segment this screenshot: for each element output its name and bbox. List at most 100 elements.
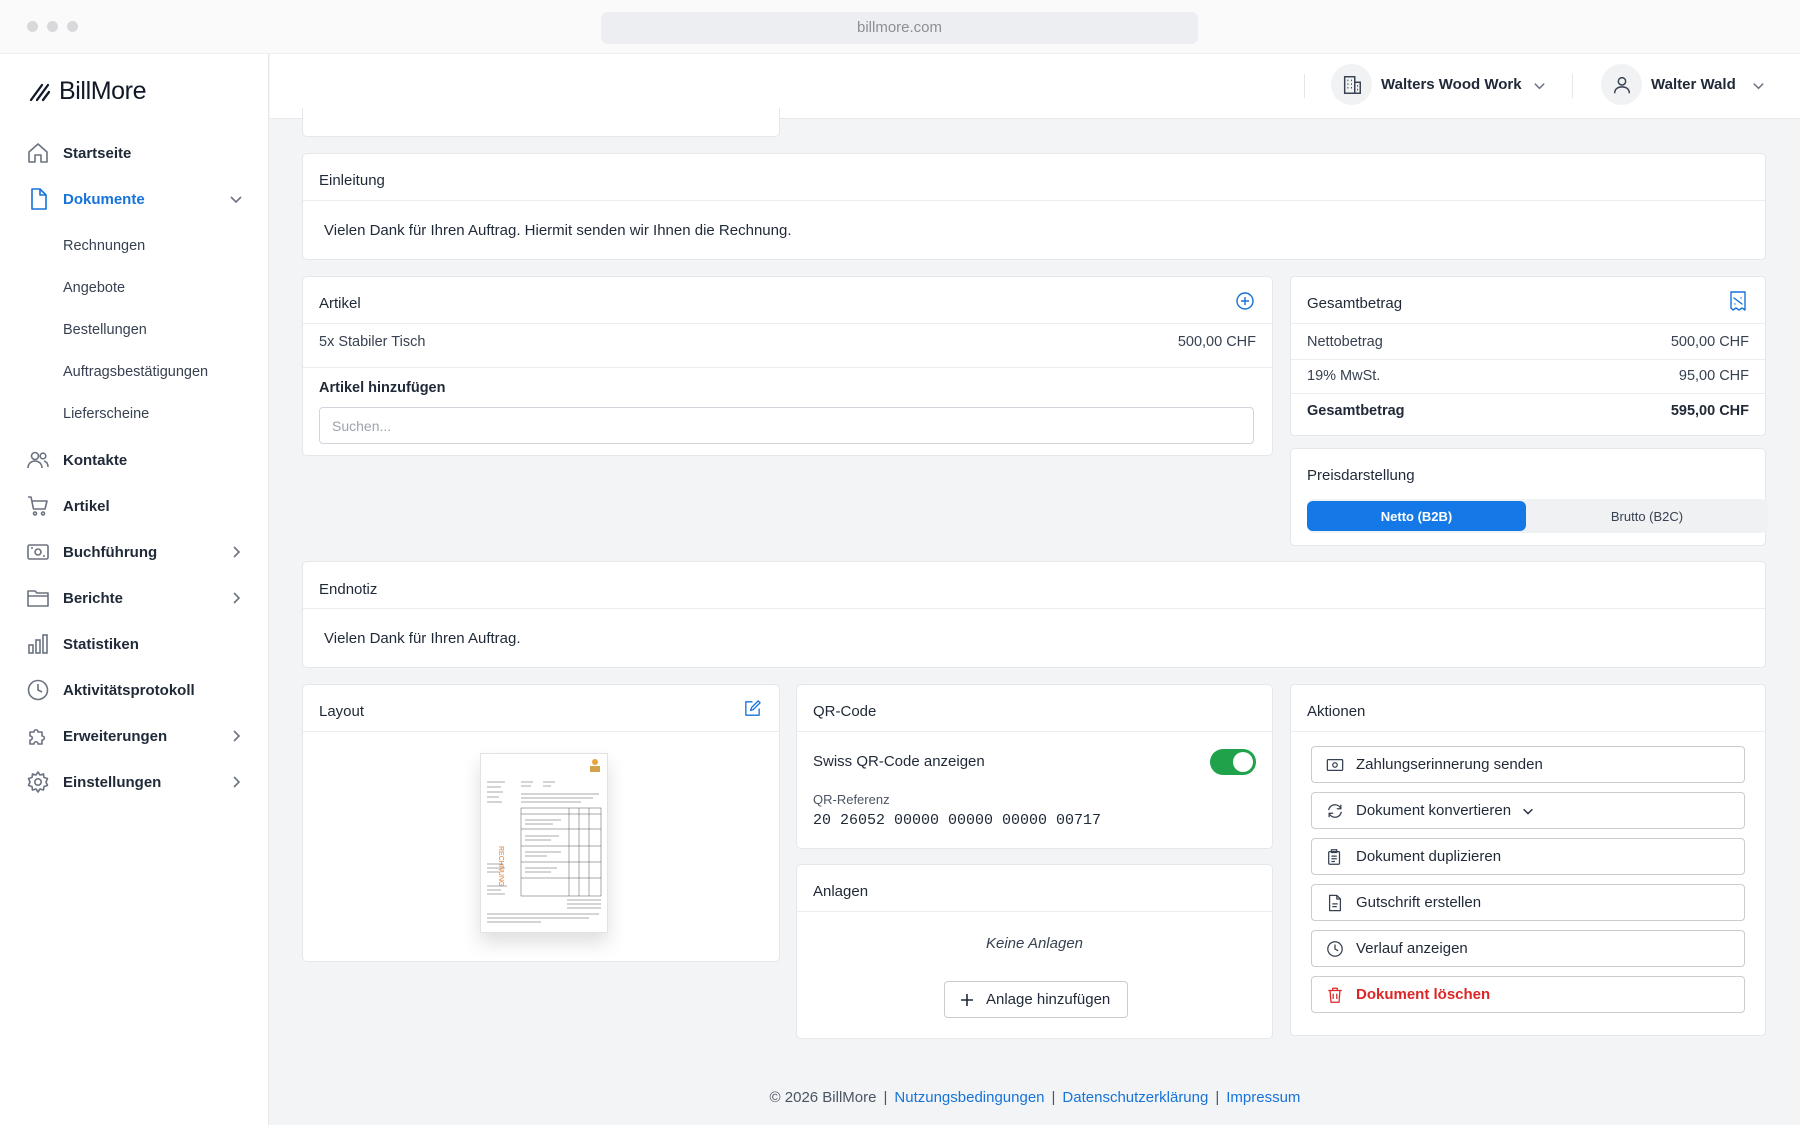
chevron-right-icon[interactable] (228, 590, 244, 606)
gesamtbetrag-card: Gesamtbetrag Nettobetrag 500,00 CHF 19% … (1290, 276, 1766, 436)
sidebar-item-buchfuehrung[interactable]: Buchführung (26, 537, 244, 567)
sidebar-item-artikel[interactable]: Artikel (26, 491, 244, 521)
chevron-down-icon[interactable] (1532, 78, 1547, 93)
divider (303, 608, 1765, 609)
chevron-right-icon[interactable] (228, 728, 244, 744)
window-maximize-dot[interactable] (67, 21, 78, 32)
sidebar-item-label: Startseite (63, 144, 132, 162)
add-article-icon[interactable] (1234, 290, 1256, 312)
price-mode-toggle: Netto (B2B) Brutto (B2C) (1307, 499, 1768, 533)
einleitung-text[interactable]: Vielen Dank für Ihren Auftrag. Hiermit s… (324, 222, 792, 239)
sidebar-subitem-bestellungen[interactable]: Bestellungen (63, 322, 147, 338)
partial-card (302, 108, 780, 137)
endnotiz-text[interactable]: Vielen Dank für Ihren Auftrag. (324, 630, 521, 647)
logo-icon (29, 83, 51, 101)
chevron-right-icon[interactable] (228, 774, 244, 790)
card-title: QR-Code (813, 703, 877, 720)
footer-separator: | (1051, 1089, 1056, 1106)
qr-reference-label: QR-Referenz (813, 792, 890, 807)
article-search-input[interactable] (319, 407, 1254, 444)
sidebar-subitem-auftragsbestaetigungen[interactable]: Auftragsbestätigungen (63, 364, 208, 380)
invoice-preview-image: RECHNUNG (487, 759, 602, 923)
card-title: Artikel (319, 295, 361, 312)
footer-separator: | (883, 1089, 888, 1106)
divider (303, 200, 1765, 201)
sidebar: BillMore Startseite Dokumente Rechnungen… (0, 54, 269, 1125)
swiss-qr-toggle[interactable] (1210, 749, 1256, 775)
card-title: Anlagen (813, 883, 869, 900)
divider (303, 323, 1272, 324)
sidebar-item-label: Dokumente (63, 190, 145, 208)
svg-text:RECHNUNG: RECHNUNG (497, 846, 504, 886)
sidebar-item-einstellungen[interactable]: Einstellungen (26, 767, 244, 797)
sidebar-item-aktivitaetsprotokoll[interactable]: Aktivitätsprotokoll (26, 675, 244, 705)
user-avatar[interactable] (1601, 64, 1642, 105)
layout-card: Layout RECHNUNG (302, 684, 780, 962)
imprint-link[interactable]: Impressum (1226, 1089, 1300, 1106)
header-divider (1304, 74, 1305, 98)
window-close-dot[interactable] (27, 21, 38, 32)
sidebar-item-label: Buchführung (63, 543, 158, 561)
cart-icon (28, 496, 48, 516)
endnotiz-card: Endnotiz Vielen Dank für Ihren Auftrag. (302, 561, 1766, 668)
einleitung-card: Einleitung Vielen Dank für Ihren Auftrag… (302, 153, 1766, 260)
sidebar-item-dokumente[interactable]: Dokumente (26, 184, 244, 214)
banknote-icon (27, 544, 49, 560)
send-reminder-label: Zahlungserinnerung senden (1356, 756, 1543, 773)
chevron-down-icon[interactable] (1751, 78, 1766, 93)
card-title: Endnotiz (319, 581, 378, 598)
clock-icon (1327, 940, 1343, 957)
terms-link[interactable]: Nutzungsbedingungen (894, 1089, 1044, 1106)
sidebar-item-startseite[interactable]: Startseite (26, 138, 244, 168)
aktionen-card: Aktionen Zahlungserinnerung senden Dokum… (1290, 684, 1766, 1036)
company-avatar[interactable] (1331, 64, 1372, 105)
total-value: 595,00 CHF (1670, 403, 1749, 419)
clipboard-copy-icon (1328, 848, 1341, 865)
edit-icon[interactable] (741, 697, 763, 719)
sidebar-item-erweiterungen[interactable]: Erweiterungen (26, 721, 244, 751)
mwst-value: 95,00 CHF (1678, 368, 1749, 384)
chevron-down-icon (1523, 808, 1533, 815)
sidebar-item-label: Kontakte (63, 451, 128, 469)
article-item-amount: 500,00 CHF (1177, 334, 1256, 350)
sidebar-item-kontakte[interactable]: Kontakte (26, 445, 244, 475)
sidebar-subitem-rechnungen[interactable]: Rechnungen (63, 238, 145, 254)
building-icon (1343, 75, 1361, 94)
duplicate-document-button[interactable]: Dokument duplizieren (1311, 838, 1745, 875)
sidebar-item-berichte[interactable]: Berichte (26, 583, 244, 613)
sidebar-subitem-lieferscheine[interactable]: Lieferscheine (63, 406, 149, 422)
sidebar-item-label: Artikel (63, 497, 110, 515)
show-history-button[interactable]: Verlauf anzeigen (1311, 930, 1745, 967)
privacy-link[interactable]: Datenschutzerklärung (1062, 1089, 1208, 1106)
article-item-name[interactable]: 5x Stabiler Tisch (319, 334, 425, 350)
add-attachment-button[interactable]: Anlage hinzufügen (944, 981, 1128, 1018)
brutto-option[interactable]: Brutto (B2C) (1526, 502, 1768, 530)
sidebar-item-label: Aktivitätsprotokoll (63, 681, 195, 699)
delete-document-label: Dokument löschen (1356, 986, 1491, 1003)
qr-code-card: QR-Code Swiss QR-Code anzeigen QR-Refere… (796, 684, 1273, 849)
artikel-card: Artikel 5x Stabiler Tisch 500,00 CHF Art… (302, 276, 1273, 456)
divider (303, 731, 779, 732)
sidebar-subitem-angebote[interactable]: Angebote (63, 280, 125, 296)
company-switcher[interactable]: Walters Wood Work (1381, 76, 1522, 93)
chevron-right-icon[interactable] (228, 544, 244, 560)
create-credit-note-button[interactable]: Gutschrift erstellen (1311, 884, 1745, 921)
banknote-icon (1326, 758, 1344, 771)
receipt-icon[interactable] (1727, 290, 1749, 312)
invoice-preview[interactable]: RECHNUNG (480, 753, 608, 933)
sidebar-item-statistiken[interactable]: Statistiken (26, 629, 244, 659)
address-bar[interactable]: billmore.com (601, 12, 1198, 44)
send-reminder-button[interactable]: Zahlungserinnerung senden (1311, 746, 1745, 783)
divider (1291, 323, 1765, 324)
convert-document-button[interactable]: Dokument konvertieren (1311, 792, 1745, 829)
clock-icon (27, 679, 49, 701)
logo[interactable]: BillMore (29, 77, 147, 106)
chevron-down-icon[interactable] (228, 191, 244, 207)
anlagen-card: Anlagen Keine Anlagen Anlage hinzufügen (796, 864, 1273, 1039)
delete-document-button[interactable]: Dokument löschen (1311, 976, 1745, 1013)
user-menu[interactable]: Walter Wald (1651, 76, 1736, 93)
window-minimize-dot[interactable] (47, 21, 58, 32)
netto-option[interactable]: Netto (B2B) (1307, 501, 1526, 531)
add-article-label: Artikel hinzufügen (319, 380, 446, 396)
home-icon (28, 143, 48, 163)
